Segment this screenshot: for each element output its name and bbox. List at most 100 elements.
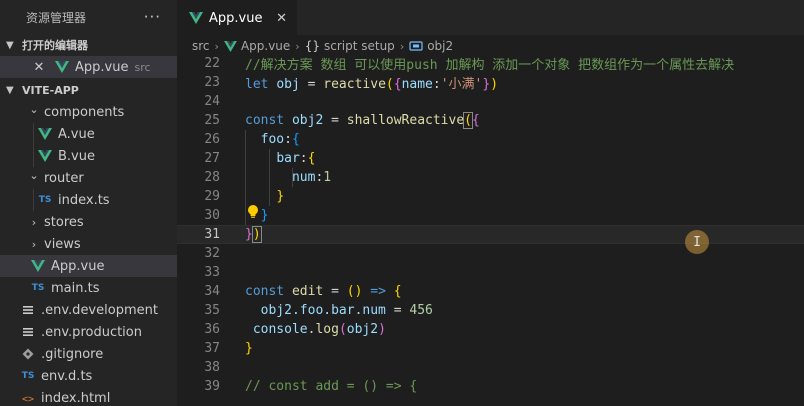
tree-item-env-d-ts[interactable]: TS env.d.ts bbox=[0, 365, 177, 387]
tree-item-label: router bbox=[44, 170, 84, 186]
project-section[interactable]: ▼ VITE-APP bbox=[0, 79, 177, 101]
chevron-right-icon: › bbox=[31, 215, 37, 229]
identifier: obj2 bbox=[291, 113, 324, 128]
line-number: 28 bbox=[204, 170, 220, 185]
line-number: 35 bbox=[204, 303, 220, 318]
tree-item-main-ts[interactable]: TS main.ts bbox=[0, 277, 177, 299]
line-number: 37 bbox=[204, 341, 220, 356]
chevron-down-icon: ⌄ bbox=[29, 168, 39, 182]
code-line: 36 console.log(obj2) bbox=[177, 320, 804, 339]
code-line: 23 let obj = reactive({name:'小满'}) bbox=[177, 73, 804, 92]
code-line: 24 bbox=[177, 92, 804, 111]
line-number: 39 bbox=[204, 379, 220, 394]
chevron-right-icon: › bbox=[295, 39, 300, 53]
tree-item-index-ts[interactable]: TS index.ts bbox=[0, 189, 177, 211]
tree-item-views[interactable]: › views bbox=[0, 233, 177, 255]
tree-item-a-vue[interactable]: A.vue bbox=[0, 123, 177, 145]
code-line: 35 obj2.foo.bar.num = 456 bbox=[177, 301, 804, 320]
vue-file-icon bbox=[189, 12, 203, 24]
tree-item-stores[interactable]: › stores bbox=[0, 211, 177, 233]
number: 1 bbox=[323, 170, 332, 185]
line-number: 29 bbox=[204, 189, 220, 204]
mouse-cursor-icon: I bbox=[685, 230, 709, 254]
tree-item-label: .gitignore bbox=[41, 346, 104, 362]
vue-file-icon bbox=[37, 150, 53, 162]
chevron-down-icon: ⌄ bbox=[29, 102, 39, 116]
tree-item-label: A.vue bbox=[58, 126, 95, 142]
file-tree: ⌄ components A.vue B.vue ⌄ router TS index.ts › s… bbox=[0, 101, 177, 406]
tree-item-label: components bbox=[44, 104, 125, 120]
code-line-current: 31 }) bbox=[177, 225, 804, 244]
code-line: 29 } bbox=[177, 187, 804, 206]
number: 456 bbox=[409, 303, 433, 318]
editor-area: App.vue ✕ src › App.vue › {} script setu… bbox=[177, 0, 804, 406]
tree-item-env-development[interactable]: .env.development bbox=[0, 299, 177, 321]
property: name bbox=[401, 77, 433, 92]
typescript-file-icon: TS bbox=[21, 371, 35, 381]
braces-icon: {} bbox=[304, 39, 320, 53]
breadcrumb-file[interactable]: App.vue bbox=[241, 39, 290, 53]
identifier: obj bbox=[276, 77, 300, 92]
tree-item-b-vue[interactable]: B.vue bbox=[0, 145, 177, 167]
tab-app-vue[interactable]: App.vue ✕ bbox=[177, 0, 297, 35]
tree-item-label: App.vue bbox=[51, 258, 105, 274]
line-number: 31 bbox=[204, 227, 220, 242]
settings-file-icon bbox=[20, 326, 36, 338]
identifier: console bbox=[252, 322, 308, 337]
tree-item-label: env.d.ts bbox=[41, 368, 93, 384]
open-editor-name: App.vue bbox=[75, 59, 129, 75]
tree-item-label: stores bbox=[44, 214, 84, 230]
comment: //解决方案 数组 可以使用push 加解构 添加一个对象 把数组作为一个属性去… bbox=[245, 58, 735, 73]
lightbulb-icon[interactable] bbox=[246, 204, 262, 222]
open-editor-desc: src bbox=[134, 60, 151, 74]
tree-item-router[interactable]: ⌄ router bbox=[0, 167, 177, 189]
line-number: 25 bbox=[204, 113, 220, 128]
close-icon[interactable]: ✕ bbox=[276, 11, 287, 26]
close-icon[interactable]: ✕ bbox=[32, 60, 46, 75]
tree-item-env-production[interactable]: .env.production bbox=[0, 321, 177, 343]
project-title: VITE-APP bbox=[22, 83, 79, 97]
tree-item-components[interactable]: ⌄ components bbox=[0, 101, 177, 123]
line-number: 24 bbox=[204, 94, 220, 109]
variable-icon bbox=[409, 40, 423, 52]
code-line: 39 // const add = () => { bbox=[177, 377, 804, 396]
explorer-title: 资源管理器 bbox=[26, 10, 87, 25]
line-number: 22 bbox=[204, 56, 220, 71]
chevron-down-icon: ▼ bbox=[6, 39, 14, 51]
line-number: 38 bbox=[204, 360, 220, 375]
tree-item-index-html[interactable]: <> index.html bbox=[0, 387, 177, 406]
breadcrumb-symbol[interactable]: obj2 bbox=[427, 39, 453, 53]
tree-item-label: index.ts bbox=[58, 192, 110, 208]
property: bar bbox=[276, 151, 300, 166]
chevron-right-icon: › bbox=[214, 39, 219, 53]
breadcrumb-section[interactable]: script setup bbox=[324, 39, 395, 53]
line-number: 23 bbox=[204, 75, 220, 90]
code-line: 28 num:1 bbox=[177, 168, 804, 187]
line-number: 30 bbox=[204, 208, 220, 223]
tree-item-app-vue[interactable]: App.vue bbox=[0, 255, 177, 277]
line-number: 27 bbox=[204, 151, 220, 166]
code-editor[interactable]: 22 //解决方案 数组 可以使用push 加解构 添加一个对象 把数组作为一个… bbox=[177, 54, 804, 406]
explorer-header: 资源管理器 ··· bbox=[0, 0, 177, 34]
tree-item-label: main.ts bbox=[51, 280, 100, 296]
identifier: obj2.foo.bar.num bbox=[260, 303, 386, 318]
code-line: 26 foo:{ bbox=[177, 130, 804, 149]
vue-file-icon bbox=[37, 128, 53, 140]
tree-item-gitignore[interactable]: .gitignore bbox=[0, 343, 177, 365]
more-actions-icon[interactable]: ··· bbox=[144, 8, 161, 26]
settings-file-icon bbox=[20, 304, 36, 316]
open-editors-section[interactable]: ▼ 打开的编辑器 bbox=[0, 34, 177, 56]
function-name: shallowReactive bbox=[346, 113, 465, 128]
property: num bbox=[291, 170, 316, 185]
vue-file-icon bbox=[224, 40, 237, 52]
code-line: 32 bbox=[177, 244, 804, 263]
keyword: const bbox=[245, 284, 285, 299]
function-name: log bbox=[315, 322, 339, 337]
function-name: edit bbox=[291, 284, 324, 299]
open-editor-item[interactable]: ✕ App.vue src bbox=[0, 56, 177, 78]
keyword: const bbox=[245, 113, 285, 128]
typescript-file-icon: TS bbox=[31, 283, 45, 293]
line-number: 36 bbox=[204, 322, 220, 337]
chevron-right-icon: › bbox=[399, 39, 405, 53]
breadcrumb-src[interactable]: src bbox=[192, 39, 210, 53]
